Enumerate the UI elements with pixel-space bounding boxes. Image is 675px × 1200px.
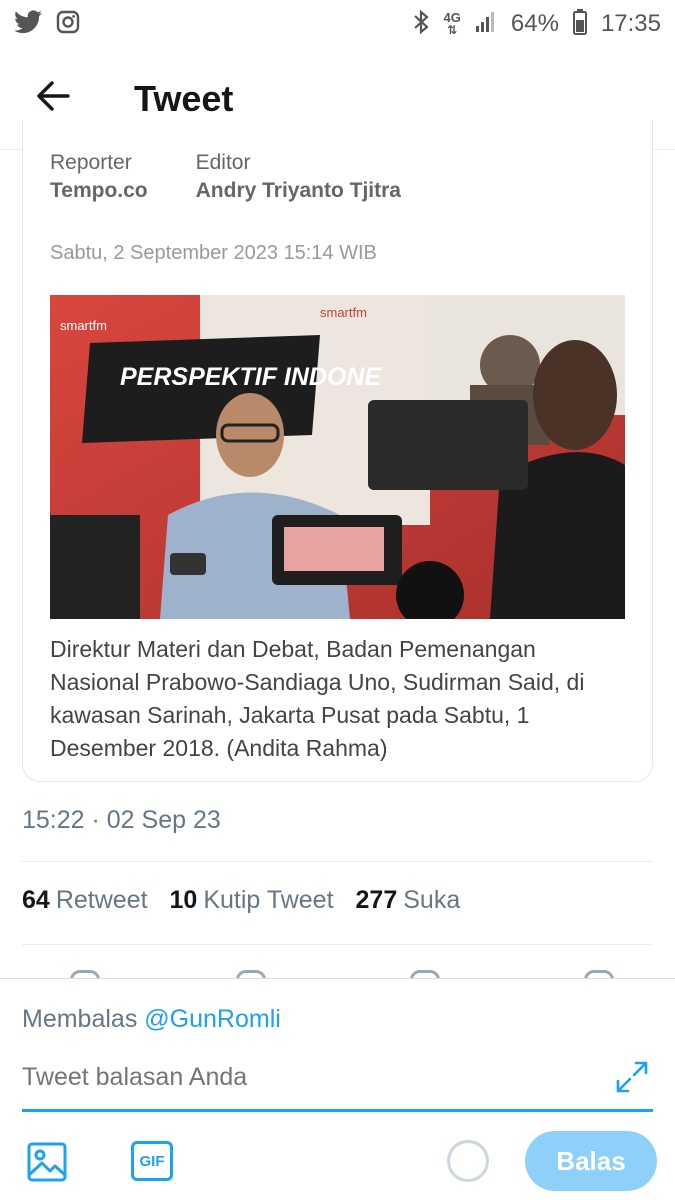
photo-logo-3: smartfm [320,305,367,320]
reporter-value: Tempo.co [50,179,148,202]
reporter-label: Reporter [50,151,132,174]
image-icon [26,1142,68,1187]
photo-logo-1: smartfm [60,318,107,333]
article-photo[interactable]: smartfm populicenter smartfm PERSPEKTIF … [50,295,625,619]
reporter-credit: Reporter Tempo.co [50,151,148,207]
likes-count: 277 [355,886,398,914]
expand-icon [614,1061,650,1099]
likes-stat[interactable]: 277 Suka [356,886,461,915]
replying-prefix: Membalas [22,1005,138,1033]
add-image-button[interactable] [26,1141,70,1185]
replying-handle[interactable]: @GunRomli [144,1005,281,1033]
battery-icon [572,8,587,40]
editor-label: Editor [195,151,251,174]
page-title: Tweet [134,77,234,119]
photo-banner-text: PERSPEKTIF INDONE [120,363,382,391]
divider [22,861,653,862]
editor-value: Andry Triyanto Tjitra [195,179,401,202]
twitter-icon [14,9,42,39]
quotes-stat[interactable]: 10 Kutip Tweet [170,886,334,915]
tweet-timestamp: 15:22 · 02 Sep 23 [22,806,221,834]
reply-submit-button[interactable]: Balas [525,1131,657,1191]
character-counter [447,1140,489,1182]
tweet-stats: 64 Retweet 10 Kutip Tweet 277 Suka [22,886,460,915]
network-type-icon: 4G ⇅ [443,10,461,37]
signal-icon [475,11,497,38]
likes-label: Suka [403,886,461,914]
quotes-label: Kutip Tweet [203,886,334,914]
retweets-count: 64 [22,886,50,914]
divider [22,944,653,945]
retweets-label: Retweet [55,886,148,914]
expand-button[interactable] [614,1059,654,1099]
instagram-icon [56,10,80,39]
quotes-count: 10 [169,886,198,914]
bluetooth-icon [412,9,430,40]
battery-percent: 64% [510,10,559,37]
add-gif-button[interactable]: GIF [131,1141,173,1181]
composer-toolbar: GIF Balas [0,1127,675,1197]
arrow-left-icon [36,81,70,116]
clock: 17:35 [600,10,661,37]
article-credits: Reporter Tempo.co Editor Andry Triyanto … [50,151,401,207]
gif-icon-label: GIF [139,1152,165,1170]
reply-input[interactable] [22,1063,612,1092]
reply-composer: Membalas @GunRomli GIF Balas [0,978,675,1200]
article-date: Sabtu, 2 September 2023 15:14 WIB [50,242,377,264]
photo-caption: Direktur Materi dan Debat, Badan Pemenan… [50,636,585,761]
replying-to: Membalas @GunRomli [22,1005,281,1034]
editor-credit: Editor Andry Triyanto Tjitra [196,151,401,207]
retweets-stat[interactable]: 64 Retweet [22,886,148,915]
input-underline [22,1109,653,1112]
status-bar: 4G ⇅ 64% 17:35 [0,0,675,48]
